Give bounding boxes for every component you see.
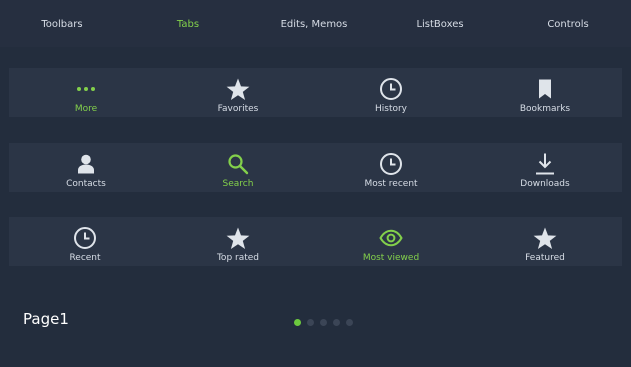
tab-controls[interactable]: Controls: [547, 19, 588, 31]
tab-item-label: More: [74, 104, 98, 114]
tab-row-2: Contacts Search Most recent Downloads: [9, 143, 622, 192]
bookmark-icon: [533, 77, 557, 101]
tab-item-search[interactable]: Search: [188, 143, 288, 192]
tab-item-history[interactable]: History: [341, 68, 441, 117]
page-title: Page1: [23, 310, 69, 328]
page-dot-5[interactable]: [346, 319, 353, 326]
tab-item-label: Search: [222, 179, 254, 189]
tab-item-label: Most recent: [364, 179, 418, 189]
tab-item-recent[interactable]: Recent: [35, 217, 135, 266]
star-icon: [533, 226, 557, 250]
user-icon: [74, 152, 98, 176]
tab-listboxes[interactable]: ListBoxes: [416, 19, 463, 31]
tab-toolbars[interactable]: Toolbars: [41, 19, 82, 31]
tabs-demo-screen: Toolbars Tabs Edits, Memos ListBoxes Con…: [0, 0, 631, 367]
tab-item-downloads[interactable]: Downloads: [495, 143, 595, 192]
search-icon: [226, 152, 250, 176]
page-dot-4[interactable]: [333, 319, 340, 326]
clock-icon: [379, 152, 403, 176]
clock-icon: [379, 77, 403, 101]
page-dot-1[interactable]: [294, 319, 301, 326]
page-dot-2[interactable]: [307, 319, 314, 326]
tab-edits-memos[interactable]: Edits, Memos: [281, 19, 348, 31]
tab-item-most-recent[interactable]: Most recent: [341, 143, 441, 192]
tab-item-more[interactable]: More: [36, 68, 136, 117]
tab-item-label: Most viewed: [362, 253, 420, 263]
tab-row-1: More Favorites History Bookmarks: [9, 68, 622, 117]
tab-item-label: Recent: [69, 253, 101, 263]
tab-item-label: Contacts: [66, 179, 106, 189]
download-icon: [533, 152, 557, 176]
clock-icon: [73, 226, 97, 250]
tab-item-label: Top rated: [216, 253, 260, 263]
eye-icon: [379, 226, 403, 250]
tab-item-bookmarks[interactable]: Bookmarks: [495, 68, 595, 117]
tab-item-favorites[interactable]: Favorites: [188, 68, 288, 117]
tab-item-contacts[interactable]: Contacts: [36, 143, 136, 192]
tab-item-featured[interactable]: Featured: [495, 217, 595, 266]
page-dot-3[interactable]: [320, 319, 327, 326]
tab-item-label: Featured: [525, 253, 565, 263]
tab-item-most-viewed[interactable]: Most viewed: [341, 217, 441, 266]
star-icon: [226, 77, 250, 101]
star-icon: [226, 226, 250, 250]
tab-row-3: Recent Top rated Most viewed Featured: [9, 217, 622, 266]
tab-item-label: Downloads: [520, 179, 570, 189]
tab-item-label: History: [374, 104, 408, 114]
tab-tabs[interactable]: Tabs: [177, 19, 199, 31]
more-icon: [74, 77, 98, 101]
tab-item-label: Favorites: [217, 104, 259, 114]
top-tab-bar: Toolbars Tabs Edits, Memos ListBoxes Con…: [0, 0, 631, 47]
tab-item-label: Bookmarks: [519, 104, 571, 114]
tab-item-top-rated[interactable]: Top rated: [188, 217, 288, 266]
